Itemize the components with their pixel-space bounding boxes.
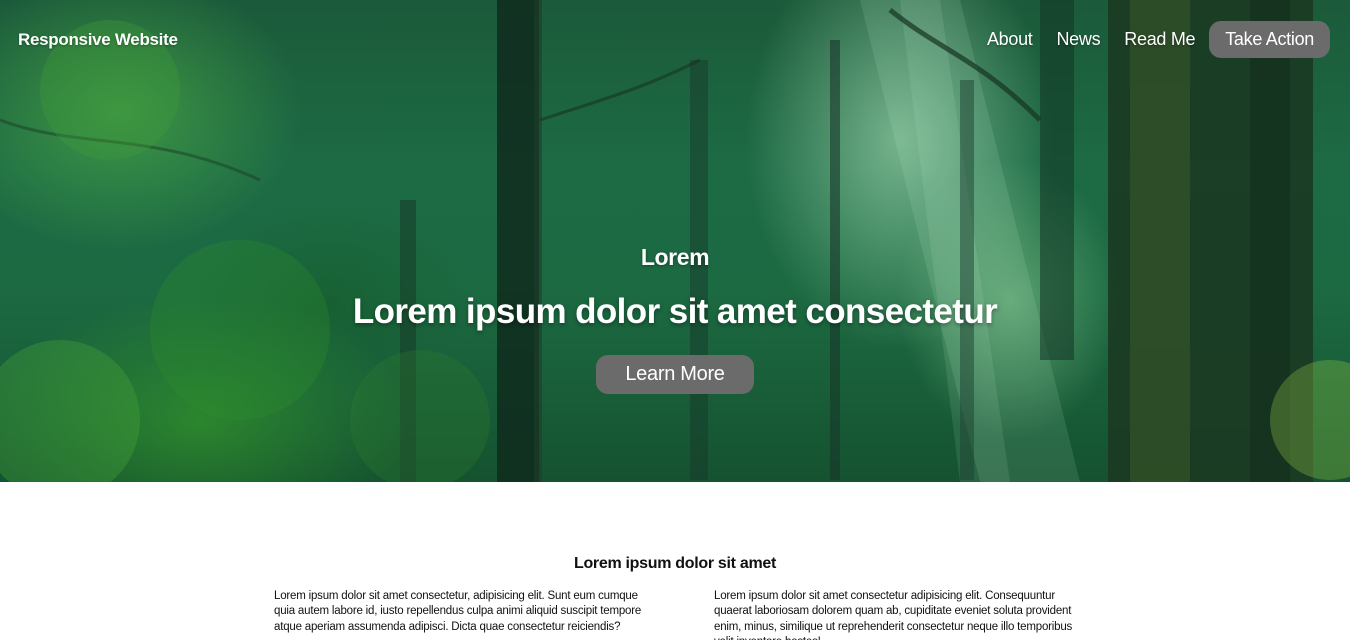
text-column-right: Lorem ipsum dolor sit amet consectetur a… — [714, 590, 1073, 640]
learn-more-button[interactable]: Learn More — [596, 355, 754, 394]
section-title: Lorem ipsum dolor sit amet — [573, 555, 776, 572]
content-section: Lorem ipsum dolor sit amet Lorem ipsum d… — [0, 482, 1350, 640]
nav-link-read-me[interactable]: Read Me — [1124, 29, 1195, 50]
nav-link-about[interactable]: About — [987, 29, 1033, 50]
hero-content: Lorem Lorem ipsum dolor sit amet consect… — [0, 244, 1350, 394]
nav-links: About News Read Me Take Action — [963, 21, 1330, 58]
take-action-button[interactable]: Take Action — [1209, 21, 1330, 58]
page: Responsive Website About News Read Me Ta… — [0, 0, 1350, 640]
nav-link-news[interactable]: News — [1056, 29, 1100, 50]
hero-title: Lorem ipsum dolor sit amet consectetur — [352, 292, 998, 331]
brand-logo[interactable]: Responsive Website — [18, 30, 178, 50]
text-column-left: Lorem ipsum dolor sit amet consectetur, … — [274, 590, 642, 633]
navbar: Responsive Website About News Read Me Ta… — [0, 0, 1350, 80]
hero-section: Responsive Website About News Read Me Ta… — [0, 0, 1350, 482]
hero-eyebrow: Lorem — [640, 244, 710, 270]
